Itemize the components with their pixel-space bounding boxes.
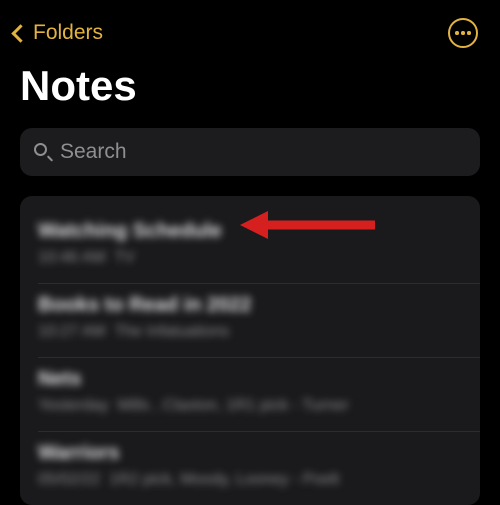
page-title: Notes	[0, 56, 500, 128]
back-button[interactable]: Folders	[10, 21, 103, 45]
note-title: Watching Schedule	[38, 220, 480, 243]
note-item[interactable]: Warriors 05/02/22 1R2 pick, Moody, Loone…	[38, 432, 480, 505]
note-meta: 05/02/22 1R2 pick, Moody, Looney - Poelt	[38, 471, 480, 489]
note-meta: 10:27 AM The Infatuations	[38, 323, 480, 341]
note-item[interactable]: Books to Read in 2022 10:27 AM The Infat…	[38, 284, 480, 358]
chevron-left-icon	[11, 24, 29, 42]
more-options-button[interactable]	[448, 18, 478, 48]
note-meta: Yesterday Mills , Claxton, 1R1 pick - Tu…	[38, 397, 480, 415]
note-title: Books to Read in 2022	[38, 294, 480, 317]
search-placeholder: Search	[60, 140, 127, 164]
search-input[interactable]: Search	[20, 128, 480, 176]
ellipsis-icon	[455, 31, 471, 35]
note-meta: 10:46 AM TV	[38, 249, 480, 267]
note-title: Nets	[38, 368, 480, 391]
nav-header: Folders	[0, 0, 500, 56]
search-icon	[34, 143, 52, 161]
notes-list: Watching Schedule 10:46 AM TV Books to R…	[20, 196, 480, 505]
note-item[interactable]: Watching Schedule 10:46 AM TV	[38, 210, 480, 284]
note-title: Warriors	[38, 442, 480, 465]
back-label: Folders	[33, 21, 103, 45]
note-item[interactable]: Nets Yesterday Mills , Claxton, 1R1 pick…	[38, 358, 480, 432]
